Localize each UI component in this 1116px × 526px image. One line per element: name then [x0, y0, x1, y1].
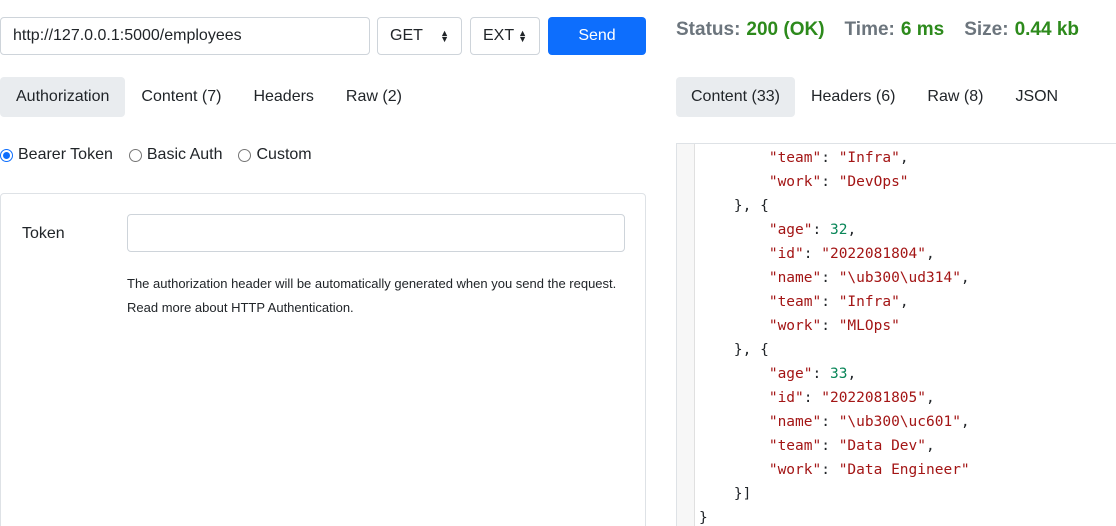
status-value: 200 (OK)	[746, 19, 825, 40]
response-status-bar: Status: 200 (OK) Time: 6 ms Size: 0.44 kb	[676, 19, 1079, 41]
time-value: 6 ms	[900, 19, 945, 40]
code-line: "id": "2022081804",	[768, 246, 935, 262]
code-line: "team": "Data Dev",	[768, 438, 935, 454]
radio-checked-icon[interactable]	[0, 148, 13, 162]
status-label: Status:	[676, 19, 741, 40]
tab-response-headers[interactable]: Headers (6)	[795, 77, 911, 117]
code-gutter	[677, 144, 695, 526]
auth-help-line: The authorization header will be automat…	[127, 276, 617, 291]
code-line: "work": "MLOps"	[768, 318, 900, 334]
format-select-value: EXT	[483, 27, 515, 44]
tab-raw[interactable]: Raw (2)	[330, 77, 418, 117]
response-tabs: Content (33) Headers (6) Raw (8) JSON	[676, 77, 1074, 117]
code-line: "team": "Infra",	[768, 294, 909, 310]
format-select[interactable]: EXT ▲ ▼	[470, 17, 540, 55]
code-line: }, {	[699, 198, 769, 214]
tab-response-raw[interactable]: Raw (8)	[911, 77, 999, 117]
tab-headers[interactable]: Headers	[237, 77, 329, 117]
auth-option-bearer[interactable]: Bearer Token	[0, 146, 113, 164]
time-label: Time:	[844, 19, 895, 40]
radio-unchecked-icon[interactable]	[238, 148, 252, 162]
size-label: Size:	[964, 19, 1009, 40]
size-value: 0.44 kb	[1014, 19, 1079, 40]
select-caret-icon: ▲ ▼	[518, 28, 527, 44]
method-select[interactable]: GET ▲ ▼	[377, 17, 462, 55]
auth-option-label: Bearer Token	[18, 146, 113, 163]
url-input[interactable]: http://127.0.0.1:5000/employees	[0, 17, 370, 55]
tab-response-json[interactable]: JSON	[999, 77, 1074, 117]
auth-option-label: Custom	[256, 146, 312, 163]
select-caret-icon: ▲ ▼	[440, 28, 449, 44]
tab-response-content[interactable]: Content (33)	[676, 77, 795, 117]
code-line: "work": "Data Engineer"	[768, 462, 970, 478]
response-body-panel[interactable]: "team": "Infra", "work": "DevOps" }, { "…	[676, 143, 1116, 526]
token-input[interactable]	[127, 214, 625, 252]
send-button[interactable]: Send	[548, 17, 646, 55]
code-line: }	[699, 510, 708, 526]
auth-option-custom[interactable]: Custom	[238, 146, 312, 164]
code-line: "team": "Infra",	[768, 150, 909, 166]
method-select-value: GET	[390, 27, 423, 44]
request-tabs: Authorization Content (7) Headers Raw (2…	[0, 77, 418, 117]
token-label: Token	[22, 225, 65, 242]
tab-authorization[interactable]: Authorization	[0, 77, 126, 117]
tab-content[interactable]: Content (7)	[125, 77, 237, 117]
code-line: "work": "DevOps"	[768, 174, 909, 190]
code-line: "name": "\ub300\uc601",	[768, 414, 970, 430]
code-line: "age": 33,	[768, 366, 857, 382]
auth-option-basic[interactable]: Basic Auth	[128, 146, 223, 164]
response-body-code: "team": "Infra", "work": "DevOps" }, { "…	[699, 146, 970, 526]
auth-help-text: The authorization header will be automat…	[127, 272, 616, 320]
auth-type-options: Bearer Token Basic Auth Custom	[0, 146, 312, 164]
radio-unchecked-icon[interactable]	[128, 148, 142, 162]
code-line: }]	[699, 486, 752, 502]
code-line: "age": 32,	[768, 222, 857, 238]
code-line: }, {	[699, 342, 769, 358]
code-line: "id": "2022081805",	[768, 390, 935, 406]
auth-help-link[interactable]: Read more about HTTP Authentication.	[127, 296, 616, 320]
auth-option-label: Basic Auth	[146, 146, 223, 163]
code-line: "name": "\ub300\ud314",	[768, 270, 970, 286]
auth-panel: Token The authorization header will be a…	[0, 193, 646, 526]
